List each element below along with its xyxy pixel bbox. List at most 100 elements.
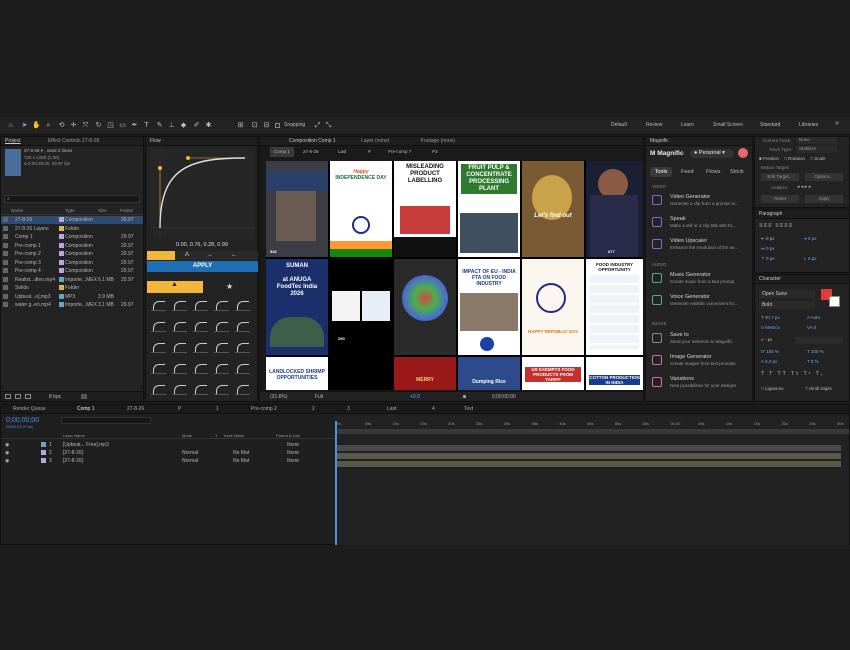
layer-mode[interactable]: Normal [182,449,198,457]
preset-curve[interactable] [235,383,250,395]
item-label-color[interactable] [59,276,64,282]
kerning[interactable]: Metrics [765,325,780,330]
clone-stamp-icon[interactable]: ⊥ [167,121,176,130]
indent-right[interactable]: 0 px [808,236,817,241]
item-label-color[interactable] [59,259,64,265]
camera-icon[interactable]: ◙ [463,392,466,402]
timeline-timecode[interactable]: 0;00;00;00 [6,417,39,424]
stroke-color-swatch[interactable] [829,296,840,307]
pan-behind-icon[interactable]: ⤧ [81,121,90,130]
layer-parent[interactable]: None [287,449,299,457]
move-tool-icon[interactable]: ✛ [69,121,78,130]
crumb-precomp7[interactable]: Pre-comp 7 [388,147,411,157]
rotate-tool-icon[interactable]: ↻ [94,121,103,130]
hand-tool-icon[interactable]: ✋ [32,121,41,130]
comp-viewer[interactable]: 540 Happy INDEPENDENCE DAY MISLEADING PR… [266,161,643,390]
space-after[interactable]: 0 px [808,256,817,261]
font-family-select[interactable]: Open Sans [759,290,815,298]
item-label-color[interactable] [59,225,64,231]
tab-tools[interactable]: Tools [650,167,672,177]
preset-curve[interactable] [172,383,187,395]
text-style-buttons[interactable]: T T TT Tт T¹ T₁ [761,371,824,377]
tl-tab-last[interactable]: Last [387,405,396,414]
preset-curve[interactable] [214,383,229,395]
track-bar-2[interactable] [335,453,841,459]
puppet-tool-icon[interactable]: ✱ [204,121,213,130]
tl-tab-27-8-26[interactable]: 27-8-26 [127,405,144,414]
item-label-color[interactable] [59,302,64,307]
current-track-select[interactable]: None [797,137,837,144]
col-track-matte[interactable]: Track Matte [223,432,244,439]
project-item[interactable]: Realist...dleo.mp4 Importe...MEX 6.1 MB 29.… [1,276,143,284]
item-label-color[interactable] [59,234,64,239]
unified-camera-icon[interactable]: ◳ [106,121,115,130]
preset-curve[interactable] [151,341,166,353]
comp-current-time[interactable]: 0;00;00;00 [492,392,516,402]
exposure-value[interactable]: +0.0 [410,392,420,402]
layer-label-color[interactable] [41,458,46,463]
tab-feed[interactable]: Feed [681,167,694,177]
tracker-options-button[interactable]: Options... [805,173,843,181]
indent-left[interactable]: 0 px [766,236,775,241]
pen-tool-icon[interactable]: ✒ [130,121,139,130]
col-t[interactable]: T [215,432,217,439]
space-before[interactable]: 0 px [766,256,775,261]
font-style-select[interactable]: Bold [759,301,815,309]
layer-label-color[interactable] [41,450,46,455]
col-type[interactable]: Type [65,207,75,215]
crumb-27-8-26[interactable]: 27-8-26 [303,147,319,157]
visibility-eye-icon[interactable]: ◉ [5,441,9,449]
snapping-checkbox[interactable] [275,123,280,128]
project-item[interactable]: 27-8-26 Layers Folder [1,225,143,233]
project-search-input[interactable]: ⌕ [4,195,140,203]
col-name[interactable]: Name [11,207,23,215]
magnific-tool[interactable]: Variations New possibilities for your des… [652,375,747,395]
timeline-layer-row[interactable]: ◉ 3 [27-8-26] Normal No Mat None [1,457,334,465]
crumb-p[interactable]: P [368,147,371,157]
local-axis-icon[interactable]: ⊞ [236,121,245,130]
footage-tab[interactable]: Footage (none) [421,138,455,144]
project-item[interactable]: 27-8-26 Composition 29.97 [1,216,143,224]
preset-curve[interactable] [214,320,229,332]
item-label-color[interactable] [59,268,64,273]
workspace-small-screen[interactable]: Small Screen [713,122,743,128]
text-tool-icon[interactable]: A [185,252,189,258]
track-bar-1[interactable] [335,445,841,451]
workspace-libraries[interactable]: Libraries [799,122,818,128]
forward-arrow-icon[interactable]: → [207,252,213,258]
home-icon[interactable]: ⌂ [6,121,15,130]
crumb-p3[interactable]: P3 [432,147,438,157]
crumb-last[interactable]: Last [338,147,347,157]
layer-track-matte[interactable]: No Mat [233,457,249,465]
preset-curve[interactable] [151,320,166,332]
preset-curve[interactable] [172,299,187,311]
col-parent[interactable]: Parent & Link [276,432,300,439]
type-tool-icon[interactable]: T [142,121,151,130]
vertical-scale[interactable]: 100 % [766,349,779,354]
preset-curve[interactable] [172,341,187,353]
zoom-tool-icon[interactable]: ⌕ [44,121,53,130]
layer-parent[interactable]: None [287,457,299,465]
preset-curve[interactable] [235,320,250,332]
timeline-layer-row[interactable]: ◉ 2 [27-8-26] Normal No Mat None [1,449,334,457]
rectangle-tool-icon[interactable]: ▭ [118,121,127,130]
item-label-color[interactable] [59,242,64,248]
trash-icon[interactable] [81,394,87,399]
tab-stock[interactable]: Stock [730,167,744,177]
project-item[interactable]: Pre-comp 2 Composition 29.97 [1,250,143,258]
project-item[interactable]: Pre-comp 1 Composition 29.97 [1,242,143,250]
preset-curve[interactable] [235,362,250,374]
easing-tool-icon[interactable] [147,251,175,260]
preset-curve[interactable] [235,299,250,311]
tab-flows[interactable]: Flows [706,167,720,177]
layer-label-color[interactable] [41,442,46,447]
user-avatar[interactable] [738,148,748,158]
stroke-style-select[interactable] [795,337,843,344]
item-label-color[interactable] [59,293,64,299]
bit-depth[interactable]: 8 bpc [49,394,61,400]
track-type-select[interactable]: Stabilize [797,146,837,153]
leading[interactable]: Auto [811,315,820,320]
project-item[interactable]: Comp 1 Composition 29.97 [1,233,143,241]
tl-tab-precomp2[interactable]: Pre-comp 2 [251,405,277,414]
tsume[interactable]: 0 % [811,359,819,364]
